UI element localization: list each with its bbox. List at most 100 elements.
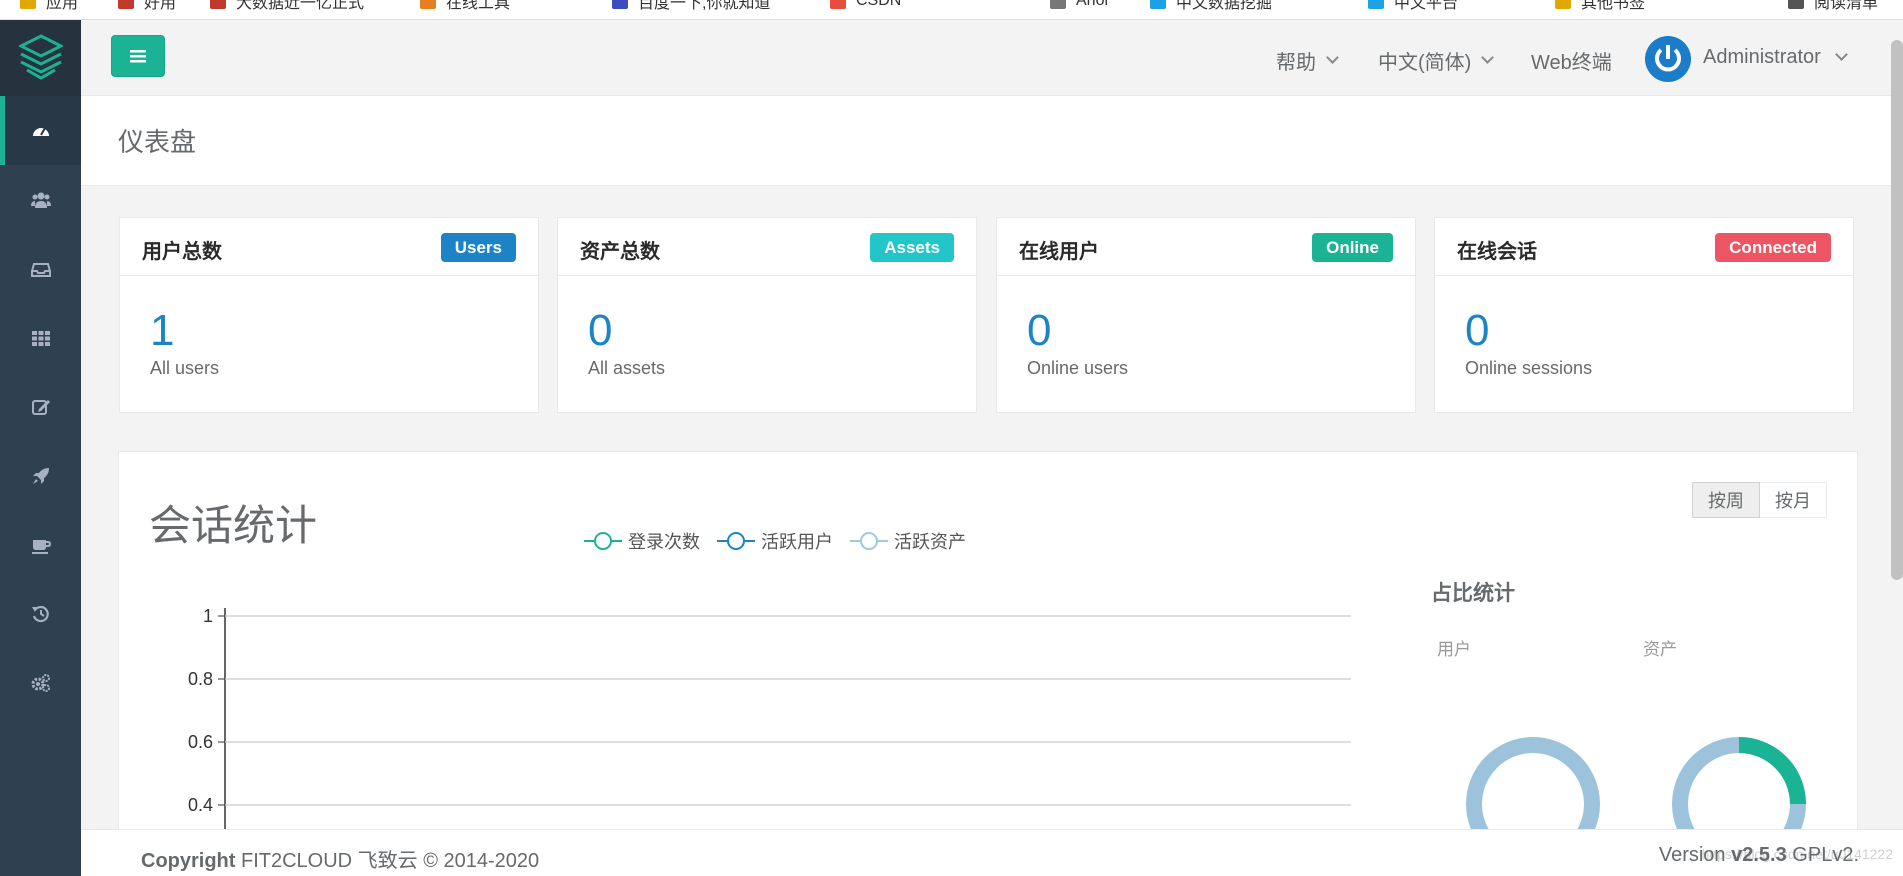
bookmark-item[interactable]: 百度一下,你就知道 xyxy=(612,0,771,12)
chevron-down-icon xyxy=(1834,48,1848,61)
web-terminal-link[interactable]: Web终端 xyxy=(1531,46,1612,75)
y-tick-label: 0.6 xyxy=(188,732,213,752)
status-badge: Assets xyxy=(870,233,954,262)
chevron-down-icon xyxy=(1481,51,1495,64)
card-value[interactable]: 0 xyxy=(588,306,612,356)
bookmark-item[interactable]: 好用 xyxy=(118,0,177,12)
bookmark-label: 大数据近一亿正式 xyxy=(236,0,365,12)
avatar[interactable] xyxy=(1645,36,1691,82)
user-menu[interactable]: Administrator xyxy=(1703,46,1848,69)
y-tick-label: 0.4 xyxy=(188,795,213,815)
sidebar-item-assets[interactable] xyxy=(0,234,81,303)
version-number: v2.5.3 xyxy=(1731,844,1787,866)
bookmark-item[interactable]: 其他书签 xyxy=(1555,0,1645,12)
users-icon xyxy=(30,192,51,208)
bookmark-item[interactable]: CSDN xyxy=(830,0,901,11)
session-stats-panel: 会话统计 按周 按月 登录次数 活跃用户 活跃资产 1 0.8 0.6 0.4 占比统计 … xyxy=(118,451,1858,876)
sidebar-item-settings[interactable] xyxy=(0,648,81,717)
bookmark-item[interactable]: 大数据近一亿正式 xyxy=(210,0,365,12)
bookmark-label: 阅读清单 xyxy=(1814,0,1879,12)
card-value[interactable]: 1 xyxy=(150,306,174,356)
y-tick-label: 1 xyxy=(203,606,213,626)
card-subtitle: All users xyxy=(150,358,220,378)
bookmarks-bar: 应用 好用 大数据近一亿正式 在线工具 百度一下,你就知道 CSDN Ahoi 中文数据挖掘 中… xyxy=(0,0,1903,20)
bookmark-label: 百度一下,你就知道 xyxy=(638,0,771,12)
dashboard-icon xyxy=(32,127,49,136)
bookmark-favicon-icon xyxy=(1555,0,1571,9)
card-value[interactable]: 0 xyxy=(1465,306,1489,356)
bookmark-label: 中文数据挖掘 xyxy=(1176,0,1273,12)
bookmark-label: 好用 xyxy=(144,0,177,12)
top-navbar: 帮助 中文(简体) Web终端 Administrator xyxy=(81,20,1903,96)
gears-icon xyxy=(31,673,50,692)
bookmark-favicon-icon xyxy=(1788,0,1804,9)
bookmark-favicon-icon xyxy=(420,0,436,9)
page-heading: 仪表盘 xyxy=(81,96,1903,186)
bookmark-favicon-icon xyxy=(830,0,846,9)
card-header: 用户总数 Users xyxy=(120,218,538,276)
version-info: Version v2.5.3 GPLv2. xyxy=(1659,844,1859,867)
version-label: Version xyxy=(1658,844,1726,866)
stat-card-online-sessions: 在线会话 Connected 0 Online sessions xyxy=(1434,217,1854,413)
ratio-label-users: 用户 xyxy=(1437,640,1471,659)
stack-logo-icon xyxy=(18,34,63,80)
card-title: 在线用户 xyxy=(1019,241,1099,263)
card-header: 资产总数 Assets xyxy=(558,218,976,276)
card-title: 在线会话 xyxy=(1457,241,1537,263)
card-header: 在线用户 Online xyxy=(997,218,1415,276)
card-subtitle: Online users xyxy=(1027,358,1129,378)
sidebar-item-sessions[interactable] xyxy=(0,441,81,510)
bookmark-favicon-icon xyxy=(1050,0,1066,9)
sidebar-item-perms[interactable] xyxy=(0,372,81,441)
ratio-label-assets: 资产 xyxy=(1643,640,1677,659)
page-scrollbar[interactable] xyxy=(1891,40,1903,580)
inbox-icon xyxy=(30,262,51,277)
card-subtitle: All assets xyxy=(588,358,666,378)
bookmark-favicon-icon xyxy=(118,0,134,9)
session-line-chart: 1 0.8 0.6 0.4 xyxy=(188,606,1806,876)
footer: Copyright FIT2CLOUD 飞致云 © 2014-2020 http… xyxy=(81,829,1903,876)
bookmark-label: 中文平台 xyxy=(1394,0,1459,12)
language-label: 中文(简体) xyxy=(1378,52,1472,74)
bookmark-favicon-icon xyxy=(612,0,628,9)
copyright-label: Copyright xyxy=(141,850,236,872)
help-menu[interactable]: 帮助 xyxy=(1276,46,1339,75)
status-badge: Connected xyxy=(1715,233,1831,262)
bookmark-item[interactable]: 中文平台 xyxy=(1368,0,1459,12)
hamburger-icon xyxy=(130,50,146,63)
bookmark-item[interactable]: 应用 xyxy=(20,0,79,12)
bookmark-item[interactable]: 在线工具 xyxy=(420,0,511,12)
bookmark-item[interactable]: Ahoi xyxy=(1050,0,1108,11)
sidebar-item-applications[interactable] xyxy=(0,303,81,372)
sidebar-item-audits[interactable] xyxy=(0,579,81,648)
bookmark-label: 在线工具 xyxy=(446,0,511,12)
copyright: Copyright FIT2CLOUD 飞致云 © 2014-2020 xyxy=(141,844,539,873)
stat-card-online-users: 在线用户 Online 0 Online users xyxy=(996,217,1416,413)
power-icon xyxy=(1655,45,1681,72)
grid-icon xyxy=(31,330,50,346)
chevron-down-icon xyxy=(1326,51,1339,64)
bookmark-favicon-icon xyxy=(1368,0,1384,9)
menu-toggle-button[interactable] xyxy=(111,35,165,77)
bookmark-item[interactable]: 阅读清单 xyxy=(1788,0,1879,12)
y-tick-label: 0.8 xyxy=(188,669,213,689)
card-header: 在线会话 Connected xyxy=(1435,218,1853,276)
page-title: 仪表盘 xyxy=(118,127,197,157)
card-title: 资产总数 xyxy=(580,241,660,263)
sidebar-item-tickets[interactable] xyxy=(0,510,81,579)
bookmark-item[interactable]: 中文数据挖掘 xyxy=(1150,0,1273,12)
stat-card-assets: 资产总数 Assets 0 All assets xyxy=(557,217,977,413)
copyright-text: FIT2CLOUD 飞致云 © 2014-2020 xyxy=(241,850,540,872)
card-value[interactable]: 0 xyxy=(1027,306,1051,356)
bookmark-label: CSDN xyxy=(856,0,902,9)
language-menu[interactable]: 中文(简体) xyxy=(1378,46,1495,75)
sidebar-item-users[interactable] xyxy=(0,165,81,234)
edit-icon xyxy=(31,399,50,415)
license: GPLv2. xyxy=(1792,844,1859,866)
bookmark-label: 应用 xyxy=(46,0,79,12)
jumpserver-logo[interactable] xyxy=(0,20,81,96)
sidebar-item-dashboard[interactable] xyxy=(0,96,81,165)
card-title: 用户总数 xyxy=(142,241,222,263)
card-subtitle: Online sessions xyxy=(1465,358,1593,378)
bookmark-label: Ahoi xyxy=(1076,0,1109,9)
